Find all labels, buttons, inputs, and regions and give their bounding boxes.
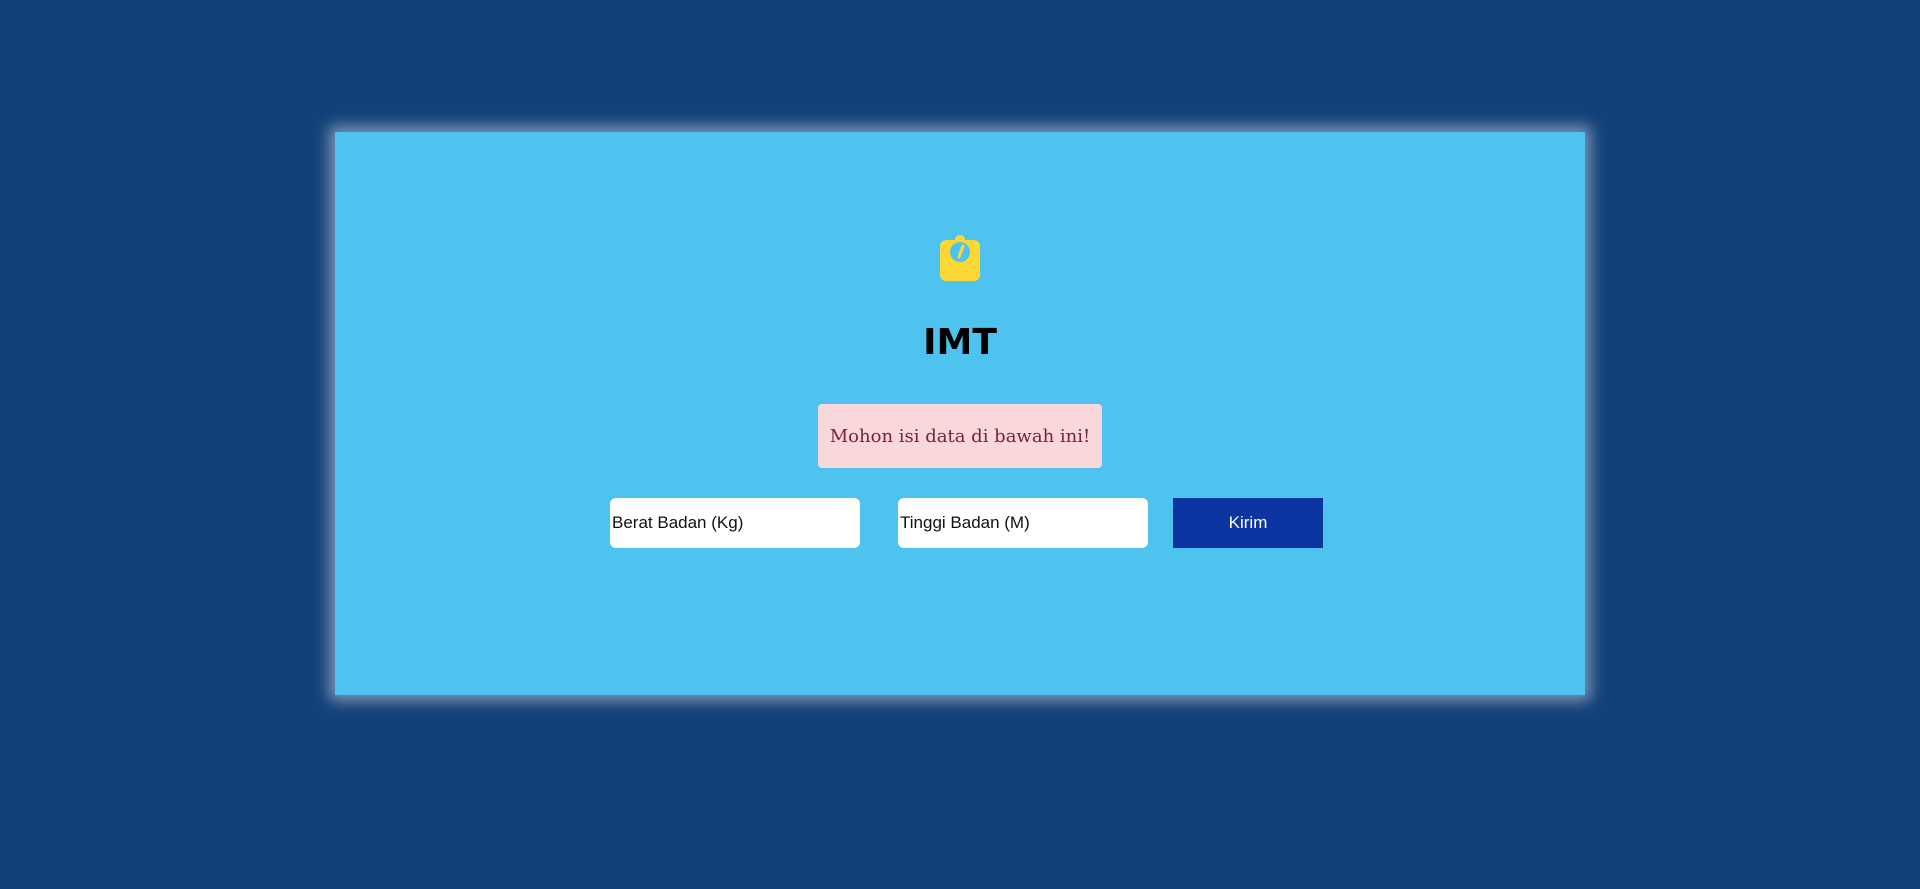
- page-title: IMT: [923, 322, 997, 363]
- alert-message: Mohon isi data di bawah ini!: [818, 404, 1102, 468]
- height-input[interactable]: [898, 498, 1148, 548]
- weight-input[interactable]: [610, 498, 860, 548]
- imt-card: IMT Mohon isi data di bawah ini! Kirim: [335, 132, 1585, 695]
- submit-button[interactable]: Kirim: [1173, 498, 1323, 548]
- weight-scale-icon: [940, 235, 980, 281]
